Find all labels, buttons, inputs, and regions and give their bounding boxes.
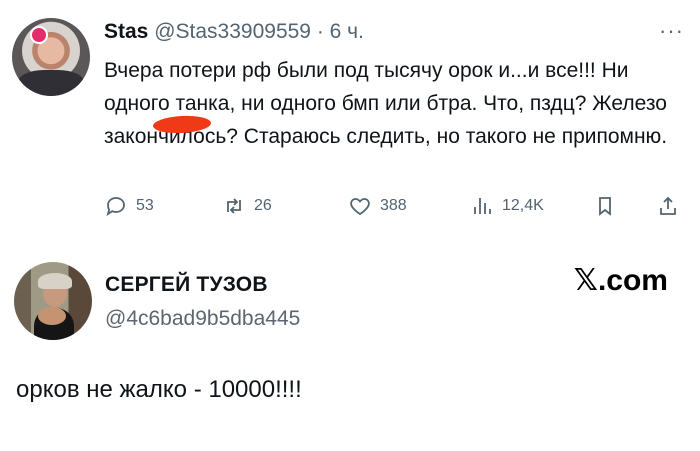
tweet: Stas @Stas33909559 · 6 ч. ··· Вчера поте… (0, 0, 700, 248)
repost-button[interactable]: 26 (222, 194, 272, 218)
like-button[interactable]: 388 (348, 194, 407, 218)
profile-avatar[interactable] (14, 262, 92, 340)
share-icon (660, 196, 676, 215)
profile-handle[interactable]: @4c6bad9b5dba445 (105, 307, 300, 331)
repost-count: 26 (254, 197, 272, 214)
like-count: 388 (380, 197, 407, 214)
repost-icon (227, 198, 241, 214)
bookmark-icon (599, 197, 611, 216)
reply-button[interactable]: 53 (104, 194, 154, 218)
tweet-header: Stas @Stas33909559 · 6 ч. (104, 18, 364, 46)
share-button[interactable] (656, 194, 680, 218)
reply-count: 53 (136, 197, 154, 214)
author-handle[interactable]: @Stas33909559 (154, 20, 311, 43)
views-bars-icon (474, 198, 491, 214)
brand-text: 𝕏.com (573, 264, 668, 297)
profile-name[interactable]: СЕРГЕЙ ТУЗОВ (105, 273, 268, 297)
comment-text: орков не жалко - 10000!!!! (16, 376, 302, 403)
heart-icon (350, 198, 370, 216)
x-com-logo: 𝕏.com (574, 263, 668, 298)
tweet-actions: 53 26 388 12,4K (104, 194, 684, 224)
tweet-text: Вчера потери рф были под тысячу орок и..… (104, 59, 668, 148)
bookmark-button[interactable] (593, 194, 617, 218)
views-button[interactable]: 12,4K (470, 194, 544, 218)
reply-icon (106, 197, 125, 217)
more-dots-icon[interactable]: ··· (659, 18, 684, 44)
header-separator: · (310, 20, 330, 43)
profile-card: СЕРГЕЙ ТУЗОВ @4c6bad9b5dba445 𝕏.com орко… (0, 254, 700, 444)
views-count: 12,4K (502, 197, 544, 214)
author-avatar[interactable] (12, 18, 90, 96)
author-name[interactable]: Stas (104, 20, 148, 43)
verified-badge-icon (30, 26, 48, 44)
tweet-time[interactable]: 6 ч. (330, 20, 364, 43)
